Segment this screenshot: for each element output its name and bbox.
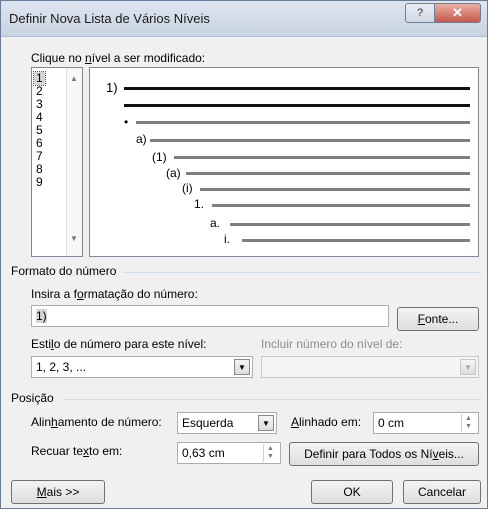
preview-line <box>124 104 470 107</box>
aligned-at-input[interactable]: 0 cm ▲ ▼ <box>373 412 479 434</box>
chevron-down-icon: ▼ <box>460 359 476 375</box>
preview-line <box>200 188 470 191</box>
level-list-label: Clique no nível a ser modificado: <box>31 51 206 65</box>
scroll-up-icon[interactable]: ▲ <box>70 74 78 83</box>
preview-line <box>212 204 470 207</box>
preview-marker: a) <box>136 132 147 146</box>
preview-marker: 1. <box>194 197 205 211</box>
preview-marker: (i) <box>182 181 193 195</box>
preview-line <box>186 172 470 175</box>
preview-line <box>136 121 470 124</box>
more-button[interactable]: Mais >> <box>11 480 105 504</box>
cancel-button[interactable]: Cancelar <box>403 480 481 504</box>
spin-down-icon[interactable]: ▼ <box>465 423 472 430</box>
preview-marker: a. <box>210 216 221 230</box>
preview-marker: i. <box>224 232 230 246</box>
include-level-select: ▼ <box>261 356 479 378</box>
preview-line <box>150 139 470 142</box>
indent-spinner[interactable]: ▲ ▼ <box>263 444 279 462</box>
preview-marker: (1) <box>152 150 167 164</box>
number-format-input-label: Insira a formatação do número: <box>31 287 198 301</box>
indent-input[interactable]: 0,63 cm ▲ ▼ <box>177 442 281 464</box>
chevron-down-icon[interactable]: ▼ <box>234 359 250 375</box>
level-list[interactable]: 1 2 3 4 5 6 7 8 9 ▲ ▼ <box>31 67 83 257</box>
title-bar-buttons: ? ✕ <box>405 3 481 23</box>
preview-marker: (a) <box>166 166 181 180</box>
level-preview[interactable]: 1) • a) (1) (a) (i) 1. a. i. <box>89 67 479 257</box>
preview-line <box>242 239 470 242</box>
close-button[interactable]: ✕ <box>435 3 481 23</box>
preview-line <box>124 87 470 90</box>
dialog-title: Definir Nova Lista de Vários Níveis <box>9 11 210 26</box>
section-divider <box>63 399 481 400</box>
dialog-window: Definir Nova Lista de Vários Níveis ? ✕ … <box>0 0 488 509</box>
title-bar: Definir Nova Lista de Vários Níveis ? ✕ <box>1 1 487 37</box>
preview-marker: 1) <box>106 80 118 95</box>
preview-marker: • <box>124 115 129 129</box>
font-button[interactable]: Fonte... <box>397 307 479 331</box>
aligned-at-spinner[interactable]: ▲ ▼ <box>461 414 477 432</box>
alignment-select[interactable]: Esquerda ▼ <box>177 412 277 434</box>
set-for-all-levels-button[interactable]: Definir para Todos os Ní v eis... <box>289 442 479 466</box>
preview-line <box>174 156 470 159</box>
number-style-label: Estilo de número para este nível: <box>31 337 207 351</box>
section-divider <box>123 272 481 273</box>
help-button[interactable]: ? <box>405 3 435 23</box>
aligned-at-label: Alinhado em: <box>291 415 362 429</box>
indent-label: Recuar texto em: <box>31 444 123 458</box>
chevron-down-icon[interactable]: ▼ <box>258 415 274 431</box>
preview-line <box>230 223 470 226</box>
position-section-title: Posição <box>11 391 54 405</box>
ok-button[interactable]: OK <box>311 480 393 504</box>
level-item[interactable]: 9 <box>34 176 45 189</box>
number-style-select[interactable]: 1, 2, 3, ... ▼ <box>31 356 253 378</box>
alignment-label: Alinhamento de número: <box>31 415 162 429</box>
level-list-scrollbar[interactable]: ▲ ▼ <box>66 68 82 256</box>
spin-down-icon[interactable]: ▼ <box>267 453 274 460</box>
spin-up-icon[interactable]: ▲ <box>465 415 472 422</box>
scroll-down-icon[interactable]: ▼ <box>70 234 78 243</box>
include-level-label: Incluir número do nível de: <box>261 337 403 351</box>
number-format-section-title: Formato do número <box>11 264 117 278</box>
spin-up-icon[interactable]: ▲ <box>267 445 274 452</box>
number-format-input[interactable]: 1) <box>31 305 389 327</box>
